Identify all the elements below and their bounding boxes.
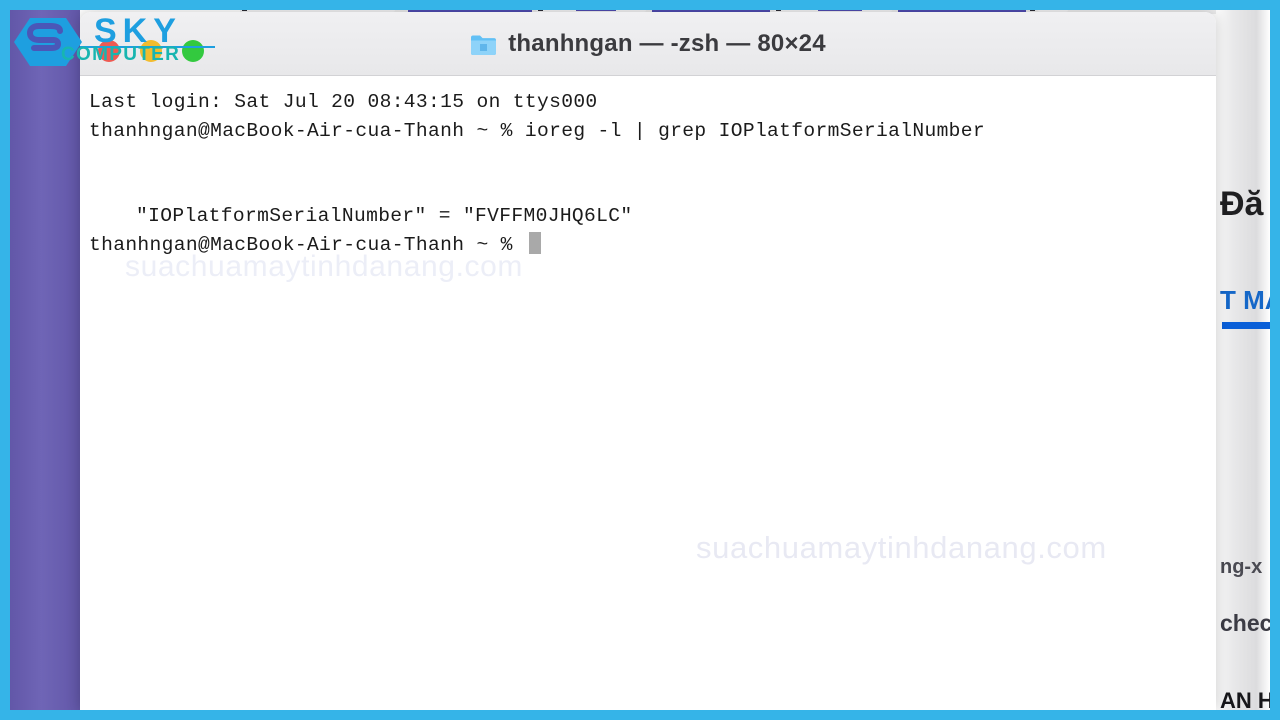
terminal-line-login: Last login: Sat Jul 20 08:43:15 on ttys0… [89,91,598,113]
titlebar-title-group: thanhngan — -zsh — 80×24 [80,12,1216,76]
terminal-window[interactable]: thanhngan — -zsh — 80×24 suachuamaytinhd… [80,12,1216,710]
terminal-line-result: "IOPlatformSerialNumber" = "FVFFM0JHQ6LC… [89,202,1216,231]
terminal-line-command: thanhngan@MacBook-Air-cua-Thanh ~ % iore… [89,119,986,142]
terminal-titlebar[interactable]: thanhngan — -zsh — 80×24 [80,12,1216,76]
frame-border-bottom [0,710,1280,720]
serial-result-text: "IOPlatformSerialNumber" = "FVFFM0JHQ6LC… [136,205,633,228]
terminal-line-prompt[interactable]: thanhngan@MacBook-Air-cua-Thanh ~ % [89,231,1216,260]
window-title: thanhngan — -zsh — 80×24 [508,30,826,57]
screen-root: Đă T MÁ ng-x checl AN H. th [0,0,1280,720]
prompt-text: thanhngan@MacBook-Air-cua-Thanh ~ % [89,233,525,256]
bg-fragment-1: ng-x [1220,556,1263,578]
page-left-rail [10,10,80,710]
bg-fragment-3: AN H. [1220,688,1270,710]
bg-accent-rule [1222,322,1270,329]
frame-border-top [0,0,1280,10]
terminal-output-area[interactable]: suachuamaytinhdanang.com Last login: Sat… [80,76,1216,710]
text-cursor [528,231,541,254]
frame-border-right [1270,0,1280,720]
bg-fragment-2: checl [1220,610,1270,636]
watermark-main: suachuamaytinhdanang.com [696,530,1107,565]
folder-icon [470,33,497,56]
bg-blue-fragment: T MÁ [1220,285,1270,315]
frame-border-left [0,0,10,720]
bg-heading-fragment: Đă [1220,185,1264,223]
background-page-right-column: Đă T MÁ ng-x checl AN H. [1216,10,1270,710]
